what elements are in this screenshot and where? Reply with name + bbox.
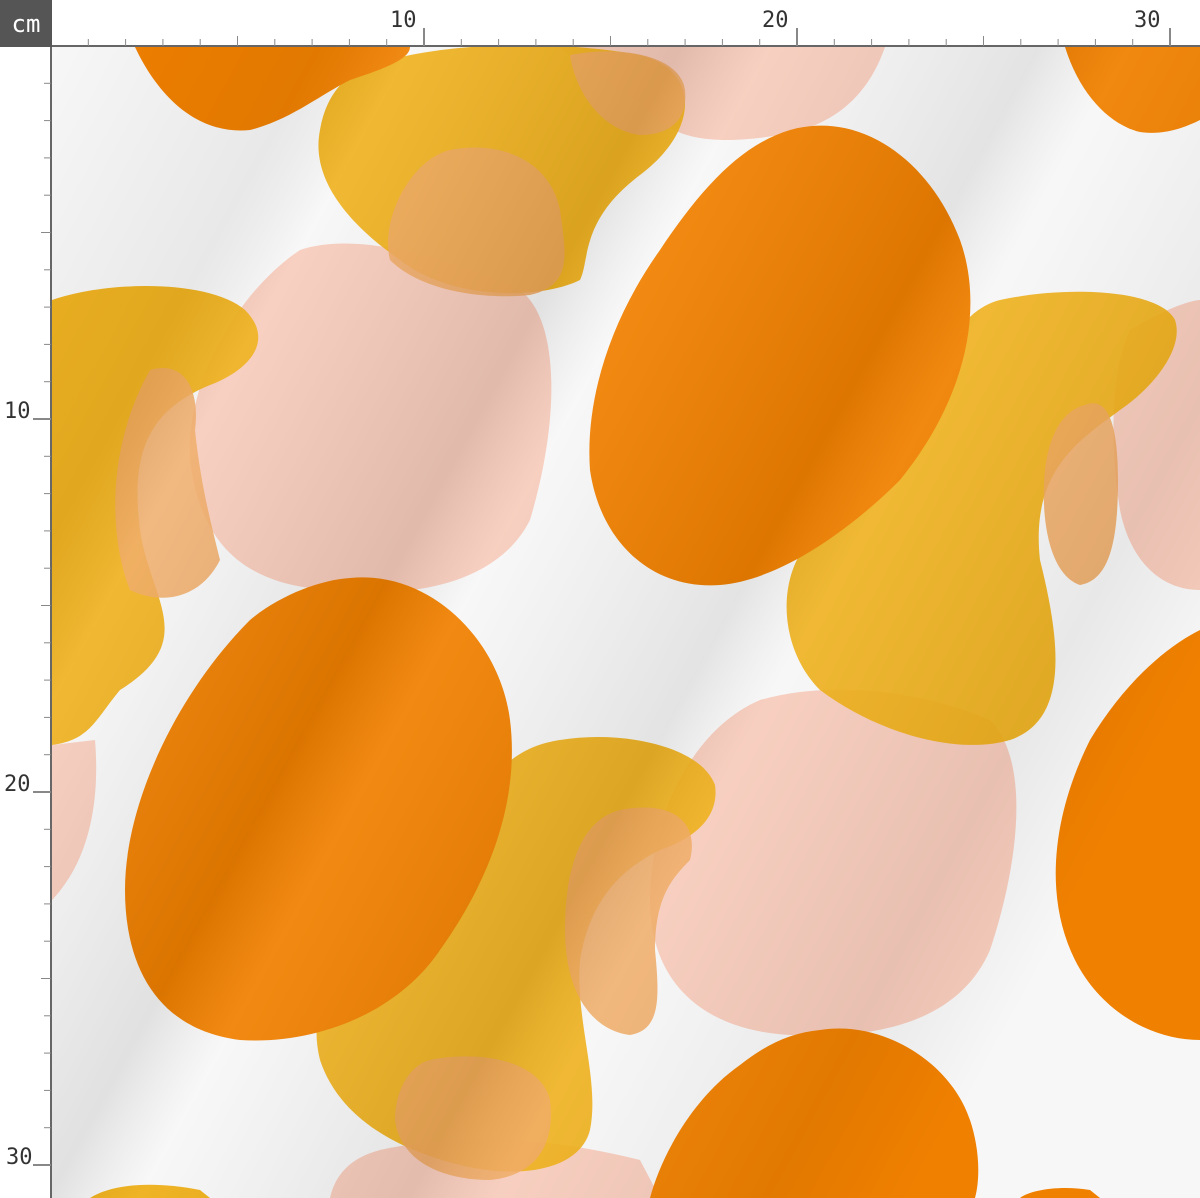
top-ruler-label-30: 30 <box>1134 8 1161 33</box>
fabric-swatch <box>52 47 1200 1198</box>
left-ruler: 10 20 30 <box>0 47 52 1198</box>
unit-label: cm <box>0 0 52 47</box>
left-ruler-label-20: 20 <box>4 772 31 797</box>
blob-pattern <box>52 47 1200 1198</box>
left-ruler-label-30: 30 <box>6 1145 33 1170</box>
top-ruler-label-20: 20 <box>762 8 789 33</box>
top-ruler-label-10: 10 <box>390 8 417 33</box>
left-ruler-label-10: 10 <box>4 399 31 424</box>
top-ruler: 10 20 30 <box>52 0 1200 47</box>
fabric-fold-shading <box>52 47 1200 1198</box>
